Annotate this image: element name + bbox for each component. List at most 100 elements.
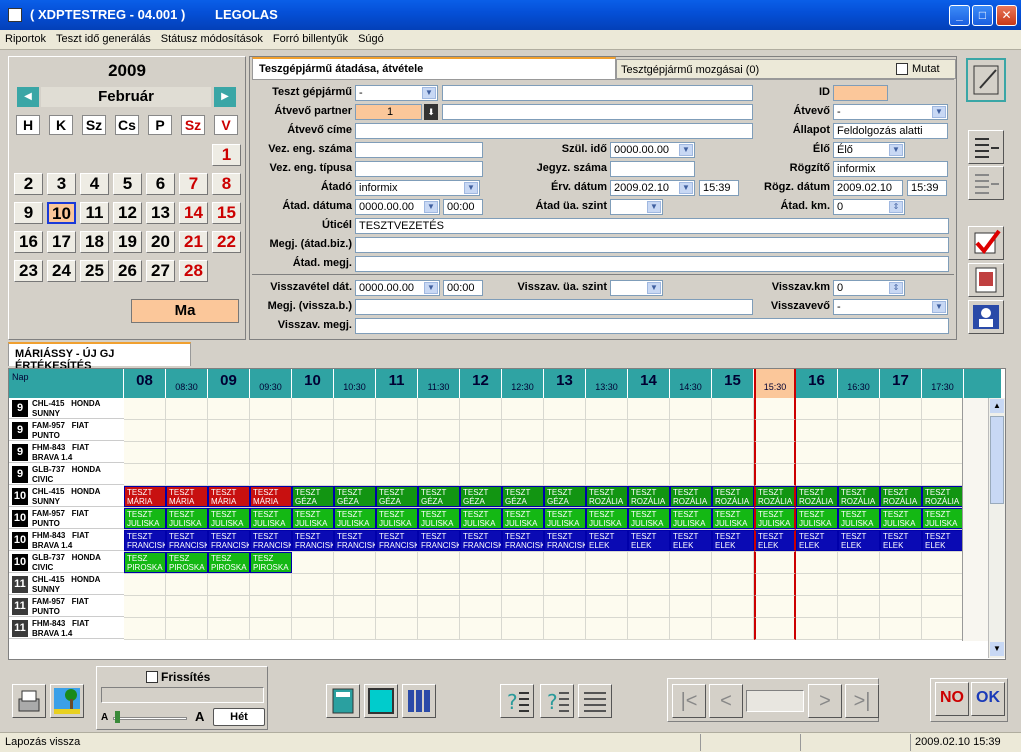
uticel-input[interactable]: TESZTVEZETÉS [355,218,949,234]
calendar-day[interactable]: 27 [146,260,175,282]
booking-cell[interactable]: TESZT JULISKA [208,508,250,529]
erv-datum-input[interactable]: 2009.02.10 ▼ [610,180,695,196]
schedule-slot[interactable] [838,574,880,596]
booking-cell[interactable]: TESZT JULISKA [670,508,712,529]
person-button[interactable] [968,300,1004,334]
booking-cell[interactable]: TESZT GÉZA [292,486,334,507]
schedule-slot[interactable] [754,398,796,420]
booking-cell[interactable]: TESZT JULISKA [124,508,166,529]
calendar-day[interactable]: 13 [146,202,175,224]
booking-cell[interactable]: TESZT JULISKA [502,508,544,529]
schedule-slot[interactable] [334,574,376,596]
booking-cell[interactable]: TESZT MÁRIA [208,486,250,507]
booking-cell[interactable]: TESZT JULISKA [586,508,628,529]
no-button[interactable]: NO [935,682,969,716]
schedule-slot[interactable] [166,618,208,640]
atad-ido-input[interactable]: 00:00 [443,199,483,215]
schedule-slot[interactable] [376,442,418,464]
schedule-slot[interactable] [796,596,838,618]
booking-cell[interactable]: TESZT JULISKA [880,508,922,529]
menu-forro[interactable]: Forró billentyűk [268,30,353,48]
schedule-slot[interactable] [418,618,460,640]
booking-cell[interactable]: TESZTFRANCISKA [334,530,376,551]
schedule-slot[interactable] [544,464,586,486]
booking-cell[interactable]: TESZT JULISKA [838,508,880,529]
schedule-slot[interactable] [838,442,880,464]
menu-sugo[interactable]: Súgó [353,30,389,48]
booking-cell[interactable]: TESZT JULISKA [460,508,502,529]
schedule-slot[interactable] [502,552,544,574]
schedule-slot[interactable] [502,398,544,420]
schedule-slot[interactable] [250,442,292,464]
atad-megj-input[interactable] [355,256,949,272]
next-page-button[interactable]: > [808,684,842,718]
booking-cell[interactable]: TESZ PIROSKA [250,552,292,573]
schedule-slot[interactable] [796,574,838,596]
calendar-day[interactable]: 12 [113,202,142,224]
schedule-slot[interactable] [754,596,796,618]
calendar-day[interactable]: 15 [212,202,241,224]
booking-cell[interactable]: TESZT GÉZA [502,486,544,507]
schedule-slot[interactable] [796,618,838,640]
booking-cell[interactable]: TESZT JULISKA [628,508,670,529]
booking-cell[interactable]: TESZT ELEK [586,530,628,551]
schedule-slot[interactable] [922,442,964,464]
schedule-slot[interactable] [880,464,922,486]
schedule-slot[interactable] [460,398,502,420]
schedule-slot[interactable] [754,574,796,596]
booking-cell[interactable]: TESZ PIROSKA [166,552,208,573]
calendar-day[interactable]: 23 [14,260,43,282]
booking-cell[interactable]: TESZT MÁRIA [250,486,292,507]
next-month-button[interactable]: ▶ [214,87,236,107]
visszavevo-select[interactable]: - ▼ [833,299,948,315]
calendar-day[interactable]: 28 [179,260,208,282]
visszavetel-ido-input[interactable]: 00:00 [443,280,483,296]
vertical-scrollbar[interactable]: ▲ ▼ [988,398,1005,658]
close-button[interactable]: ✕ [996,5,1017,26]
minimize-button[interactable]: _ [949,5,970,26]
schedule-slot[interactable] [712,596,754,618]
maximize-button[interactable]: □ [972,5,993,26]
schedule-slot[interactable] [460,464,502,486]
calendar-day[interactable]: 5 [113,173,142,195]
booking-cell[interactable]: TESZT ELEK [880,530,922,551]
schedule-slot[interactable] [418,552,460,574]
booking-cell[interactable]: TESZTFRANCISKA [418,530,460,551]
schedule-slot[interactable] [124,442,166,464]
schedule-slot[interactable] [376,618,418,640]
booking-cell[interactable]: TESZ PIROSKA [208,552,250,573]
calendar-day[interactable]: 10 [47,202,76,224]
report-button[interactable] [968,263,1004,297]
atvevo-cime-input[interactable] [355,123,753,139]
calendar-day[interactable]: 18 [80,231,109,253]
schedule-slot[interactable] [628,618,670,640]
calendar-day[interactable]: 21 [179,231,208,253]
schedule-slot[interactable] [292,442,334,464]
schedule-slot[interactable] [208,398,250,420]
menu-statusz[interactable]: Státusz módosítások [156,30,268,48]
booking-cell[interactable]: TESZT ROZÁLIA [586,486,628,507]
calendar-day[interactable]: 7 [179,173,208,195]
week-grid-button[interactable] [402,684,436,718]
prev-month-button[interactable]: ◀ [17,87,39,107]
booking-cell[interactable]: TESZTFRANCISKA [250,530,292,551]
tab-atadas[interactable]: Teszgépjármű átadása, átvétele [252,57,616,79]
schedule-slot[interactable] [418,442,460,464]
booking-cell[interactable]: TESZT JULISKA [376,508,418,529]
schedule-slot[interactable] [376,398,418,420]
booking-cell[interactable]: TESZTFRANCISKA [124,530,166,551]
schedule-slot[interactable] [334,618,376,640]
partner-lookup-icon[interactable]: ⬇ [424,104,438,120]
schedule-slot[interactable] [502,420,544,442]
schedule-slot[interactable] [796,464,838,486]
booking-cell[interactable]: TESZT MÁRIA [166,486,208,507]
schedule-slot[interactable] [418,464,460,486]
calendar-day[interactable]: 17 [47,231,76,253]
schedule-slot[interactable] [922,552,964,574]
schedule-slot[interactable] [796,398,838,420]
schedule-slot[interactable] [292,420,334,442]
schedule-slot[interactable] [712,618,754,640]
schedule-slot[interactable] [124,398,166,420]
calculator-button[interactable] [326,684,360,718]
schedule-slot[interactable] [418,574,460,596]
